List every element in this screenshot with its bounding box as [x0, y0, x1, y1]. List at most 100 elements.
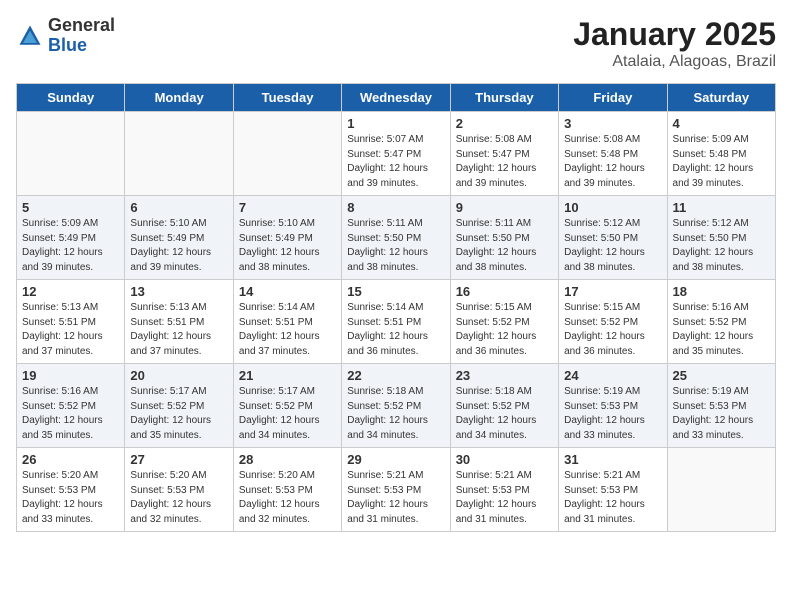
day-number: 13 — [130, 284, 228, 299]
day-info: Sunrise: 5:18 AM Sunset: 5:52 PM Dayligh… — [456, 385, 554, 443]
table-row: 8Sunrise: 5:11 AM Sunset: 5:50 PM Daylig… — [342, 196, 450, 280]
table-row: 7 Sunrise: 5:10 AM Sunset: 5:49 PM Daylig… — [233, 196, 341, 280]
day-info: Sunrise: 5:10 AM Sunset: 5:49 PM Dayligh… — [239, 217, 337, 275]
table-row: 29 Sunrise: 5:21 AM Sunset: 5:53 PM Dayli… — [342, 448, 450, 532]
day-info: Sunrise: 5:20 AM Sunset: 5:53 PM Dayligh… — [22, 469, 120, 527]
table-row: 3 Sunrise: 5:08 AM Sunset: 5:48 PM Daylig… — [559, 112, 667, 196]
table-row: 9 Sunrise: 5:11 AM Sunset: 5:50 PM Daylig… — [450, 196, 558, 280]
table-row: 22Sunrise: 5:18 AM Sunset: 5:52 PM Dayli… — [342, 364, 450, 448]
day-info: Sunrise: 5:14 AM Sunset: 5:51 PM Dayligh… — [347, 301, 445, 359]
day-number: 3 — [564, 116, 662, 131]
table-row: 17 Sunrise: 5:15 AM Sunset: 5:52 PM Dayli… — [559, 280, 667, 364]
col-wednesday: Wednesday — [342, 84, 450, 112]
day-number: 7 — [239, 200, 337, 215]
table-row: 25Sunrise: 5:19 AM Sunset: 5:53 PM Dayli… — [667, 364, 775, 448]
table-row: 6 Sunrise: 5:10 AM Sunset: 5:49 PM Daylig… — [125, 196, 233, 280]
day-number: 21 — [239, 368, 337, 383]
day-info: Sunrise: 5:10 AM Sunset: 5:49 PM Dayligh… — [130, 217, 228, 275]
day-number: 6 — [130, 200, 228, 215]
day-info: Sunrise: 5:19 AM Sunset: 5:53 PM Dayligh… — [564, 385, 662, 443]
table-row — [667, 448, 775, 532]
calendar-week-row: 26 Sunrise: 5:20 AM Sunset: 5:53 PM Dayli… — [17, 448, 776, 532]
day-number: 22 — [347, 368, 445, 383]
col-tuesday: Tuesday — [233, 84, 341, 112]
day-number: 11 — [673, 200, 771, 215]
logo-general-text: General — [48, 16, 115, 36]
table-row: 30 Sunrise: 5:21 AM Sunset: 5:53 PM Dayli… — [450, 448, 558, 532]
day-info: Sunrise: 5:21 AM Sunset: 5:53 PM Dayligh… — [564, 469, 662, 527]
col-thursday: Thursday — [450, 84, 558, 112]
day-info: Sunrise: 5:20 AM Sunset: 5:53 PM Dayligh… — [239, 469, 337, 527]
col-monday: Monday — [125, 84, 233, 112]
table-row: 18Sunrise: 5:16 AM Sunset: 5:52 PM Dayli… — [667, 280, 775, 364]
table-row: 14 Sunrise: 5:14 AM Sunset: 5:51 PM Dayli… — [233, 280, 341, 364]
calendar-week-row: 19Sunrise: 5:16 AM Sunset: 5:52 PM Dayli… — [17, 364, 776, 448]
col-sunday: Sunday — [17, 84, 125, 112]
day-info: Sunrise: 5:07 AM Sunset: 5:47 PM Dayligh… — [347, 133, 445, 191]
day-number: 31 — [564, 452, 662, 467]
day-info: Sunrise: 5:21 AM Sunset: 5:53 PM Dayligh… — [456, 469, 554, 527]
table-row: 13 Sunrise: 5:13 AM Sunset: 5:51 PM Dayli… — [125, 280, 233, 364]
day-info: Sunrise: 5:08 AM Sunset: 5:47 PM Dayligh… — [456, 133, 554, 191]
day-number: 12 — [22, 284, 120, 299]
table-row: 1Sunrise: 5:07 AM Sunset: 5:47 PM Daylig… — [342, 112, 450, 196]
table-row: 23 Sunrise: 5:18 AM Sunset: 5:52 PM Dayli… — [450, 364, 558, 448]
day-info: Sunrise: 5:13 AM Sunset: 5:51 PM Dayligh… — [22, 301, 120, 359]
day-info: Sunrise: 5:09 AM Sunset: 5:49 PM Dayligh… — [22, 217, 120, 275]
day-number: 23 — [456, 368, 554, 383]
table-row: 16 Sunrise: 5:15 AM Sunset: 5:52 PM Dayli… — [450, 280, 558, 364]
calendar-week-row: 1Sunrise: 5:07 AM Sunset: 5:47 PM Daylig… — [17, 112, 776, 196]
table-row: 21 Sunrise: 5:17 AM Sunset: 5:52 PM Dayli… — [233, 364, 341, 448]
table-row: 24 Sunrise: 5:19 AM Sunset: 5:53 PM Dayli… — [559, 364, 667, 448]
day-info: Sunrise: 5:16 AM Sunset: 5:52 PM Dayligh… — [22, 385, 120, 443]
table-row: 4 Sunrise: 5:09 AM Sunset: 5:48 PM Daylig… — [667, 112, 775, 196]
day-number: 25 — [673, 368, 771, 383]
day-info: Sunrise: 5:11 AM Sunset: 5:50 PM Dayligh… — [456, 217, 554, 275]
day-number: 26 — [22, 452, 120, 467]
day-info: Sunrise: 5:15 AM Sunset: 5:52 PM Dayligh… — [564, 301, 662, 359]
table-row: 15 Sunrise: 5:14 AM Sunset: 5:51 PM Dayli… — [342, 280, 450, 364]
day-info: Sunrise: 5:09 AM Sunset: 5:48 PM Dayligh… — [673, 133, 771, 191]
logo-icon — [16, 22, 44, 50]
table-row: 12 Sunrise: 5:13 AM Sunset: 5:51 PM Dayli… — [17, 280, 125, 364]
day-number: 16 — [456, 284, 554, 299]
day-info: Sunrise: 5:20 AM Sunset: 5:53 PM Dayligh… — [130, 469, 228, 527]
day-number: 30 — [456, 452, 554, 467]
day-info: Sunrise: 5:17 AM Sunset: 5:52 PM Dayligh… — [239, 385, 337, 443]
day-info: Sunrise: 5:13 AM Sunset: 5:51 PM Dayligh… — [130, 301, 228, 359]
table-row: 26 Sunrise: 5:20 AM Sunset: 5:53 PM Dayli… — [17, 448, 125, 532]
day-number: 5 — [22, 200, 120, 215]
day-info: Sunrise: 5:21 AM Sunset: 5:53 PM Dayligh… — [347, 469, 445, 527]
day-info: Sunrise: 5:12 AM Sunset: 5:50 PM Dayligh… — [673, 217, 771, 275]
calendar-week-row: 12 Sunrise: 5:13 AM Sunset: 5:51 PM Dayli… — [17, 280, 776, 364]
table-row: 10Sunrise: 5:12 AM Sunset: 5:50 PM Dayli… — [559, 196, 667, 280]
table-row: 31 Sunrise: 5:21 AM Sunset: 5:53 PM Dayli… — [559, 448, 667, 532]
day-number: 17 — [564, 284, 662, 299]
table-row — [233, 112, 341, 196]
day-number: 9 — [456, 200, 554, 215]
day-number: 20 — [130, 368, 228, 383]
day-number: 28 — [239, 452, 337, 467]
day-number: 27 — [130, 452, 228, 467]
logo: General Blue — [16, 16, 115, 56]
table-row: 27 Sunrise: 5:20 AM Sunset: 5:53 PM Dayli… — [125, 448, 233, 532]
table-row: 20Sunrise: 5:17 AM Sunset: 5:52 PM Dayli… — [125, 364, 233, 448]
day-number: 24 — [564, 368, 662, 383]
day-number: 14 — [239, 284, 337, 299]
day-number: 10 — [564, 200, 662, 215]
day-number: 29 — [347, 452, 445, 467]
col-saturday: Saturday — [667, 84, 775, 112]
day-number: 4 — [673, 116, 771, 131]
day-info: Sunrise: 5:15 AM Sunset: 5:52 PM Dayligh… — [456, 301, 554, 359]
col-friday: Friday — [559, 84, 667, 112]
day-number: 15 — [347, 284, 445, 299]
table-row: 2Sunrise: 5:08 AM Sunset: 5:47 PM Daylig… — [450, 112, 558, 196]
day-info: Sunrise: 5:14 AM Sunset: 5:51 PM Dayligh… — [239, 301, 337, 359]
calendar-title: January 2025 — [573, 16, 776, 53]
table-row: 5 Sunrise: 5:09 AM Sunset: 5:49 PM Daylig… — [17, 196, 125, 280]
table-row: 19Sunrise: 5:16 AM Sunset: 5:52 PM Dayli… — [17, 364, 125, 448]
days-header-row: Sunday Monday Tuesday Wednesday Thursday… — [17, 84, 776, 112]
day-number: 8 — [347, 200, 445, 215]
table-row: 28 Sunrise: 5:20 AM Sunset: 5:53 PM Dayli… — [233, 448, 341, 532]
day-info: Sunrise: 5:08 AM Sunset: 5:48 PM Dayligh… — [564, 133, 662, 191]
